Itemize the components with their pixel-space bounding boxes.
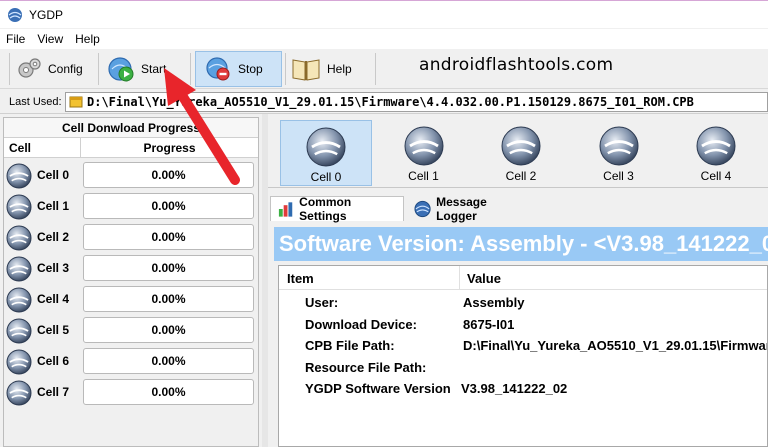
property-row: Resource File Path: [279,357,767,378]
cell-label: Cell 3 [37,261,70,275]
software-version-text: Software Version: Assembly - <V3.98_1412… [279,231,768,256]
book-icon [292,59,320,81]
cell-globe-icon [6,256,32,282]
menu-bar: File View Help [0,29,768,49]
cell-progress-bar: 0.00% [83,255,254,281]
cell-progress-row: Cell 2 0.00% [4,222,258,253]
cell-button-label: Cell 4 [700,169,732,183]
menu-help[interactable]: Help [69,32,106,46]
cell-globe-icon [6,318,32,344]
property-key: YGDP Software Version [305,381,451,396]
cell-label: Cell 0 [37,168,70,182]
tab-bar: Common Settings Message Logger [268,194,768,223]
property-row: YGDP Software Version V3.98_141222_02 [279,378,767,399]
properties-grid: Item Value User: Assembly Download Devic… [278,265,768,447]
cell-progress-row: Cell 5 0.00% [4,315,258,346]
property-value: Assembly [463,295,525,310]
cell-progress-row: Cell 7 0.00% [4,377,258,408]
property-row: CPB File Path: D:\Final\Yu_Yureka_AO5510… [279,335,767,356]
cell-globe-icon [6,287,32,313]
window-title: YGDP [29,7,64,22]
cell-button-label: Cell 2 [505,169,537,183]
gears-icon [18,58,41,78]
cell-globe-icon [404,126,443,166]
cell-label: Cell 2 [37,230,70,244]
cell-progress-row: Cell 3 0.00% [4,253,258,284]
cell-progress-row: Cell 4 0.00% [4,284,258,315]
property-value: V3.98_141222_02 [461,381,568,396]
toolbar-separator [98,53,99,85]
cell-progress-bar: 0.00% [83,379,254,405]
start-play-icon [108,57,134,82]
cell-progress-row: Cell 6 0.00% [4,346,258,377]
cell-globe-icon [6,163,32,189]
header-divider [459,266,460,290]
title-bar: YGDP [0,0,768,28]
software-version-banner: Software Version: Assembly - <V3.98_1412… [274,227,768,261]
property-value: 8675-I01 [463,316,515,332]
menu-file[interactable]: File [0,32,31,46]
cell-progress-bar: 0.00% [83,224,254,250]
cell-globe-icon [6,194,32,220]
cell-button-label: Cell 0 [310,170,342,184]
property-key: Download Device: [305,316,417,332]
property-value: D:\Final\Yu_Yureka_AO5510_V1_29.01.15\Fi… [463,338,767,353]
property-key: Resource File Path: [305,359,427,375]
bar-chart-icon [278,202,293,217]
cell-button-4[interactable]: Cell 4 [670,120,762,186]
menu-view[interactable]: View [31,32,69,46]
cell-globe-icon [6,225,32,251]
watermark-text: androidflashtools.com [419,55,614,75]
tab-message-logger[interactable]: Message Logger [408,194,532,223]
cell-progress-bar: 0.00% [83,317,254,343]
toolbar-grip [9,53,10,85]
cell-selector-strip: Cell 0 Cell 1 Cell 2 Cell 3 Cell 4 [268,116,768,188]
last-used-bar: Last Used: D:\Final\Yu_Yureka_AO5510_V1_… [0,90,768,114]
config-button[interactable]: Config [16,51,96,87]
cell-button-1[interactable]: Cell 1 [378,120,470,186]
cell-label: Cell 5 [37,323,70,337]
config-label: Config [48,62,83,76]
col-cell-header: Cell [4,138,81,157]
cell-globe-icon [599,126,638,166]
toolbar-separator [285,53,286,85]
property-key: CPB File Path: [305,338,395,353]
cell-progress-bar: 0.00% [83,348,254,374]
help-label: Help [327,62,352,76]
cell-progress-row: Cell 1 0.00% [4,191,258,222]
property-key: User: [305,295,339,310]
cell-globe-icon [6,380,32,406]
app-globe-icon [8,7,22,22]
cell-globe-icon [306,127,346,167]
cell-label: Cell 4 [37,292,70,306]
col-item-header: Item [287,271,314,286]
cell-label: Cell 1 [37,199,70,213]
cell-globe-icon [6,349,32,375]
cell-progress-bar: 0.00% [83,286,254,312]
toolbar: Config Start Stop Help [0,49,768,89]
cell-label: Cell 7 [37,385,70,399]
cell-globe-icon [501,126,541,166]
col-value-header: Value [467,271,501,286]
cell-globe-icon [696,126,736,166]
cell-button-2[interactable]: Cell 2 [475,120,567,186]
properties-header: Item Value [279,266,767,290]
file-icon [69,96,83,108]
tab-common-settings[interactable]: Common Settings [270,195,404,223]
cell-button-label: Cell 3 [603,169,634,183]
help-button[interactable]: Help [291,51,371,87]
red-arrow-annotation [164,68,240,185]
tab-common-label: Common Settings [299,195,352,223]
property-row: Download Device: 8675-I01 [279,314,767,335]
last-used-label: Last Used: [9,96,62,108]
toolbar-separator [375,53,376,85]
globe-icon [414,200,431,217]
cell-progress-bar: 0.00% [83,193,254,219]
cell-button-label: Cell 1 [408,169,439,183]
property-row: User: Assembly [279,292,767,313]
cell-button-3[interactable]: Cell 3 [573,120,665,186]
cell-label: Cell 6 [37,354,70,368]
tab-logger-label: Message Logger [436,194,487,223]
cell-button-0[interactable]: Cell 0 [280,120,372,186]
